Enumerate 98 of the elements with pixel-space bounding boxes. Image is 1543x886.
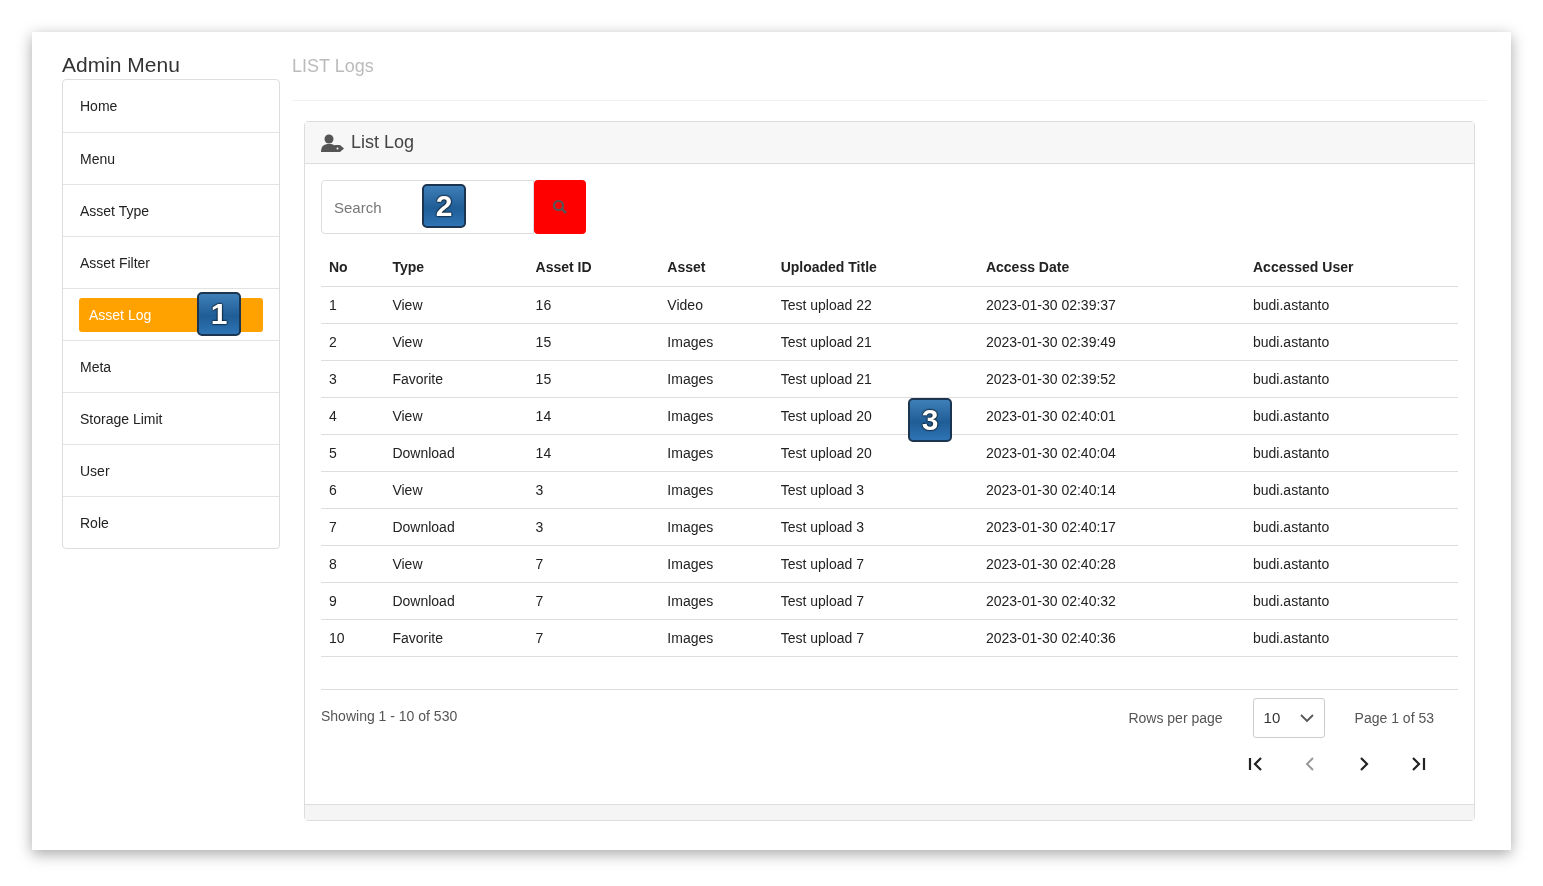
table-cell: budi.astanto (1245, 434, 1458, 471)
search-icon (552, 199, 568, 215)
user-tag-icon (321, 133, 345, 152)
table-cell: 9 (321, 582, 385, 619)
table-cell: 7 (321, 508, 385, 545)
sidebar-item[interactable]: Meta (79, 358, 263, 375)
table-cell: 5 (321, 434, 385, 471)
table-cell: Test upload 7 (772, 619, 978, 656)
table-cell: Test upload 22 (772, 286, 978, 323)
sidebar-item[interactable]: Role (79, 514, 263, 531)
table-cell: 3 (527, 471, 660, 508)
table-cell: Images (659, 471, 773, 508)
table-cell: 2 (321, 323, 385, 360)
page-title: LIST Logs (292, 52, 1487, 101)
table-cell: Images (659, 545, 773, 582)
sidebar-item[interactable]: Home (79, 98, 263, 114)
table-cell: 7 (527, 582, 660, 619)
rows-per-page-label: Rows per page (1128, 709, 1223, 726)
table-cell: Favorite (384, 360, 528, 397)
table-cell: Video (659, 286, 773, 323)
table-cell: 2023-01-30 02:40:14 (977, 471, 1245, 508)
column-header: Asset ID (527, 248, 660, 286)
table-cell: 2023-01-30 02:40:32 (977, 582, 1245, 619)
table-cell: 14 (527, 434, 660, 471)
table-cell: View (384, 323, 528, 360)
table-cell: 10 (321, 619, 385, 656)
column-header: Accessed User (1245, 248, 1458, 286)
showing-count: Showing 1 - 10 of 530 (321, 707, 458, 726)
table-cell: budi.astanto (1245, 619, 1458, 656)
table-cell: budi.astanto (1245, 323, 1458, 360)
table-cell: 2023-01-30 02:39:37 (977, 286, 1245, 323)
table-cell: View (384, 545, 528, 582)
table-cell: View (384, 286, 528, 323)
table-cell: View (384, 397, 528, 434)
table-cell: 2023-01-30 02:40:28 (977, 545, 1245, 582)
table-cell: Images (659, 323, 773, 360)
table-cell: 7 (527, 545, 660, 582)
table-cell: 14 (527, 397, 660, 434)
page-indicator: Page 1 of 53 (1354, 709, 1434, 726)
table-cell: budi.astanto (1245, 397, 1458, 434)
table-cell: 1 (321, 286, 385, 323)
sidebar-item[interactable]: Asset Filter (79, 254, 263, 271)
table-cell: 8 (321, 545, 385, 582)
step-number-overlay: 3 (908, 398, 952, 442)
step-number-overlay: 2 (422, 184, 466, 228)
column-header: Asset (659, 248, 773, 286)
table-cell: Images (659, 508, 773, 545)
table-cell: 16 (527, 286, 660, 323)
table-cell: budi.astanto (1245, 582, 1458, 619)
table-cell: View (384, 471, 528, 508)
sidebar-item[interactable]: Storage Limit (79, 410, 263, 427)
table-cell: 2023-01-30 02:40:01 (977, 397, 1245, 434)
sidebar-title: Admin Menu (62, 52, 181, 78)
column-header: Uploaded Title (772, 248, 978, 286)
table-cell: 2023-01-30 02:39:52 (977, 360, 1245, 397)
table-cell: 3 (527, 508, 660, 545)
sidebar-item[interactable]: User (79, 462, 263, 479)
table-cell: 6 (321, 471, 385, 508)
table-cell: 4 (321, 397, 385, 434)
column-header: Access Date (977, 248, 1245, 286)
step-number-overlay: 1 (197, 292, 241, 336)
table-cell: 2023-01-30 02:40:36 (977, 619, 1245, 656)
sidebar-item[interactable]: Asset Type (79, 202, 263, 219)
table-cell: budi.astanto (1245, 471, 1458, 508)
table-cell: Test upload 3 (772, 508, 978, 545)
table-cell: budi.astanto (1245, 508, 1458, 545)
table-cell: Images (659, 619, 773, 656)
table-cell: Images (659, 582, 773, 619)
table-cell: budi.astanto (1245, 545, 1458, 582)
table-cell: budi.astanto (1245, 360, 1458, 397)
table-cell: Images (659, 434, 773, 471)
column-header: No (321, 248, 385, 286)
table-cell: Test upload 21 (772, 323, 978, 360)
card-title: List Log (351, 132, 415, 153)
table-cell: 2023-01-30 02:40:17 (977, 508, 1245, 545)
table-cell: Images (659, 360, 773, 397)
column-header: Type (384, 248, 528, 286)
table-cell: Test upload 7 (772, 582, 978, 619)
table-cell: Download (384, 508, 528, 545)
last-page-icon (1409, 754, 1427, 773)
table-cell: Test upload 7 (772, 545, 978, 582)
table-cell: Test upload 3 (772, 471, 978, 508)
table-cell: Favorite (384, 619, 528, 656)
chevron-down-icon (1299, 712, 1314, 723)
table-cell: 3 (321, 360, 385, 397)
table-cell: Download (384, 434, 528, 471)
table-cell: Download (384, 582, 528, 619)
table-cell: Images (659, 397, 773, 434)
table-cell: 2023-01-30 02:40:04 (977, 434, 1245, 471)
sidebar-item[interactable]: Menu (79, 150, 263, 167)
table-cell: Test upload 21 (772, 360, 978, 397)
table-cell: 15 (527, 323, 660, 360)
table-cell: 7 (527, 619, 660, 656)
rows-per-page-select[interactable]: 10 (1252, 697, 1325, 738)
table-cell: budi.astanto (1245, 286, 1458, 323)
table-cell: 2023-01-30 02:39:49 (977, 323, 1245, 360)
first-page-icon (1247, 754, 1265, 773)
table-cell: 15 (527, 360, 660, 397)
